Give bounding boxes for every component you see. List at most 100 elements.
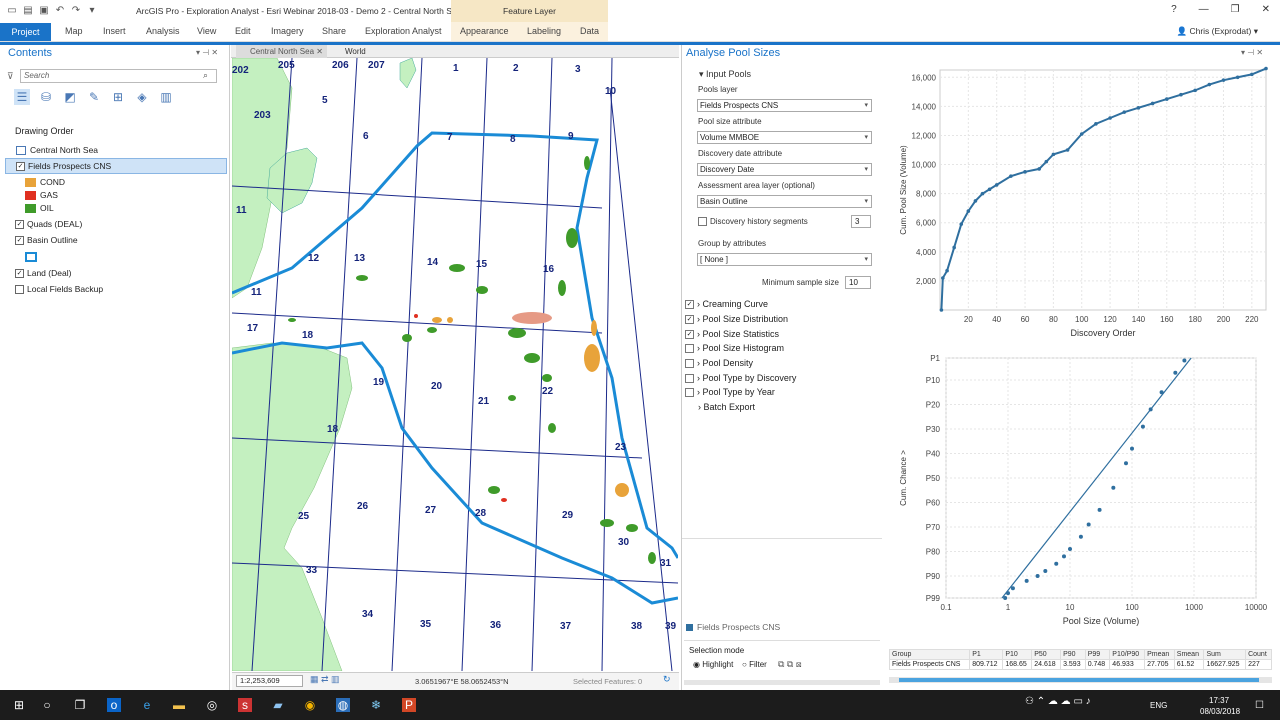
search-input[interactable]: Search xyxy=(20,69,217,83)
input-pools-header[interactable]: ▾ Input Pools xyxy=(699,69,751,80)
tab-insert[interactable]: Insert xyxy=(103,26,126,36)
layer-basin-outline[interactable]: ✓ Basin Outline xyxy=(15,235,243,246)
table-scrollbar-thumb[interactable] xyxy=(899,678,1259,682)
option-pool-density[interactable]: › Pool Density xyxy=(685,358,753,369)
horizontal-scrollbar[interactable] xyxy=(684,680,880,685)
layer-fields-prospects[interactable]: ✓ Fields Prospects CNS xyxy=(5,158,227,174)
snowflake-icon[interactable]: ❄ xyxy=(369,698,383,712)
column-header[interactable]: Pmean xyxy=(1144,649,1175,660)
map-node[interactable]: Central North Sea xyxy=(16,145,244,156)
arcgis-pro-icon[interactable]: ◍ xyxy=(336,698,350,712)
table-row[interactable]: Fields Prospects CNS 809.712 168.65 24.618 3… xyxy=(888,659,1272,670)
filter-icon[interactable]: ⊽ xyxy=(7,71,14,82)
checkbox[interactable] xyxy=(685,388,694,398)
column-header[interactable]: Group xyxy=(888,649,971,660)
option-pool-type-by-year[interactable]: › Pool Type by Year xyxy=(685,387,775,398)
editing-icon[interactable]: ✎ xyxy=(86,89,102,105)
tab-central-north-sea[interactable]: Central North Sea ✕ xyxy=(236,45,327,58)
save-icon[interactable]: ▣ xyxy=(38,5,50,17)
tab-close-icon[interactable]: ✕ xyxy=(316,47,323,56)
labeling-icon[interactable]: ◈ xyxy=(134,89,150,105)
checkbox[interactable] xyxy=(685,374,694,384)
chrome-icon[interactable]: ◉ xyxy=(303,698,317,712)
tab-world[interactable]: World xyxy=(333,45,366,58)
tab-view[interactable]: View xyxy=(197,26,216,36)
powerpoint-icon[interactable]: P xyxy=(402,698,416,712)
clock-time[interactable]: 17:37 xyxy=(1209,696,1229,705)
file-explorer-icon[interactable]: ▬ xyxy=(172,698,186,712)
map-view[interactable]: 202 205 206 207 1 2 3 10 5 203 6 7 8 9 11 12 13 14 15 16 11 1… xyxy=(232,58,678,671)
checkbox[interactable]: ✓ xyxy=(685,300,694,310)
discovery-date-select[interactable]: Discovery Date xyxy=(697,163,872,176)
clock-date[interactable]: 08/03/2018 xyxy=(1200,707,1240,716)
tab-data[interactable]: Data xyxy=(580,26,599,36)
assessment-area-select[interactable]: Basin Outline xyxy=(697,195,872,208)
selection-icon[interactable]: ◩ xyxy=(62,89,78,105)
filter-radio[interactable]: ○ Filter xyxy=(742,660,767,669)
scale-selector[interactable]: 1:2,253,609 xyxy=(236,675,303,687)
selection-tools-icon[interactable]: ⧉ ⧉ ⊠ xyxy=(778,659,802,670)
tray-icons[interactable]: ⚇ ⌃ ☁ ☁ ▭ ♪ xyxy=(1025,696,1091,707)
option-pool-size-statistics[interactable]: ✓ › Pool Size Statistics xyxy=(685,329,779,340)
pane-controls-icon[interactable]: ▾ ⊣ ✕ xyxy=(1241,48,1263,57)
language-indicator[interactable]: ENG xyxy=(1150,701,1167,710)
option-pool-size-distribution[interactable]: ✓ › Pool Size Distribution xyxy=(685,314,788,325)
column-header[interactable]: Smean xyxy=(1173,649,1205,660)
data-source-icon[interactable]: ⛁ xyxy=(38,89,54,105)
pool-size-attribute-select[interactable]: Volume MMBOE xyxy=(697,131,872,144)
map-canvas[interactable]: 202 205 206 207 1 2 31052036 7 8 91112 13 14 15 16111… xyxy=(232,58,678,671)
discovery-history-checkbox[interactable] xyxy=(698,217,707,227)
windows-start-icon[interactable]: ⊞ xyxy=(12,698,26,712)
layer-land[interactable]: ✓ Land (Deal) xyxy=(15,268,243,279)
tab-exploration-analyst[interactable]: Exploration Analyst xyxy=(365,26,442,36)
layer-checkbox[interactable]: ✓ xyxy=(15,236,24,246)
layer-checkbox[interactable]: ✓ xyxy=(15,269,24,279)
app-icon[interactable]: ◎ xyxy=(205,698,219,712)
tab-project[interactable]: Project xyxy=(0,23,51,41)
undo-icon[interactable]: ↶ xyxy=(54,5,66,17)
tab-share[interactable]: Share xyxy=(322,26,346,36)
refresh-icon[interactable]: ↻ xyxy=(663,674,671,685)
layer-quads[interactable]: ✓ Quads (DEAL) xyxy=(15,219,243,230)
checkbox[interactable]: ✓ xyxy=(685,330,694,340)
column-header[interactable]: Count xyxy=(1245,649,1272,660)
close-icon[interactable]: ✕ xyxy=(1262,4,1270,15)
option-pool-size-histogram[interactable]: › Pool Size Histogram xyxy=(685,343,784,354)
minimize-icon[interactable]: — xyxy=(1199,4,1209,15)
tab-appearance[interactable]: Appearance xyxy=(460,26,509,36)
table-scrollbar[interactable] xyxy=(889,677,1272,683)
checkbox[interactable] xyxy=(685,359,694,369)
tab-map[interactable]: Map xyxy=(65,26,83,36)
snapping-icon[interactable]: ⊞ xyxy=(110,89,126,105)
checkbox[interactable] xyxy=(685,344,694,354)
skype-icon[interactable]: s xyxy=(238,698,252,712)
batch-export[interactable]: › Batch Export xyxy=(698,402,755,412)
group-by-select[interactable]: [ None ] xyxy=(697,253,872,266)
pools-layer-select[interactable]: Fields Prospects CNS xyxy=(697,99,872,112)
notes-icon[interactable]: ▰ xyxy=(271,698,285,712)
user-account[interactable]: 👤 Chris (Exprodat) ▾ xyxy=(1177,26,1258,37)
column-header[interactable]: P1 xyxy=(969,649,1004,660)
layer-local-fields[interactable]: Local Fields Backup xyxy=(15,284,243,295)
column-header[interactable]: Sum xyxy=(1203,649,1247,660)
min-sample-input[interactable]: 10 xyxy=(845,276,871,289)
drawing-order-icon[interactable]: ☰ xyxy=(14,89,30,105)
column-header[interactable]: P50 xyxy=(1031,649,1062,660)
layer-checkbox[interactable]: ✓ xyxy=(16,162,25,172)
task-view-icon[interactable]: ❐ xyxy=(73,698,87,712)
option-pool-type-by-discovery[interactable]: › Pool Type by Discovery xyxy=(685,373,796,384)
outlook-icon[interactable]: o xyxy=(107,698,121,712)
column-header[interactable]: P90 xyxy=(1060,649,1086,660)
new-icon[interactable]: ▭ xyxy=(6,5,18,17)
tab-analysis[interactable]: Analysis xyxy=(146,26,180,36)
help-button[interactable]: ? xyxy=(1171,4,1177,15)
option-creaming-curve[interactable]: ✓ › Creaming Curve xyxy=(685,299,768,310)
notifications-icon[interactable]: ☐ xyxy=(1255,700,1264,711)
highlight-radio[interactable]: ◉ Highlight xyxy=(693,660,733,669)
customize-icon[interactable]: ▾ xyxy=(86,5,98,17)
column-header[interactable]: P10/P90 xyxy=(1109,649,1146,660)
column-header[interactable]: P99 xyxy=(1084,649,1111,660)
restore-icon[interactable]: ❐ xyxy=(1231,4,1240,15)
open-icon[interactable]: ▤ xyxy=(22,5,34,17)
checkbox[interactable]: ✓ xyxy=(685,315,694,325)
